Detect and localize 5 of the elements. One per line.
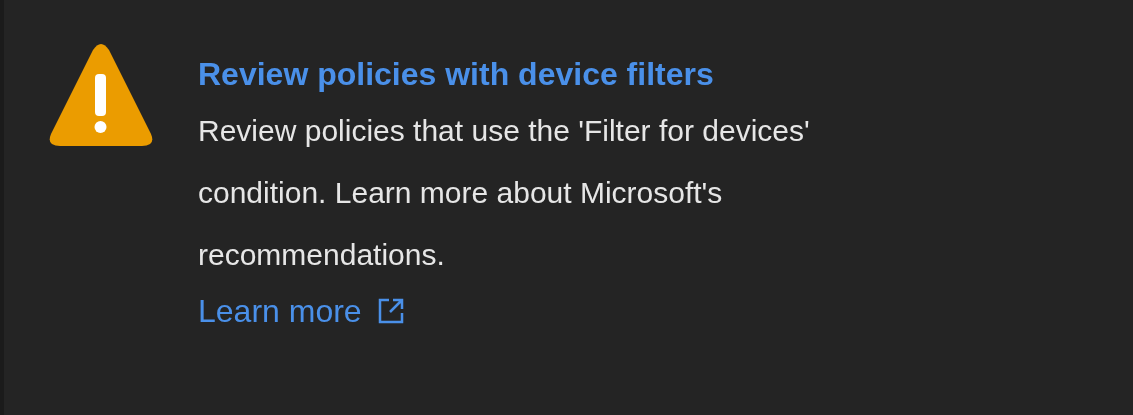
alert-title: Review policies with device filters [198,55,715,94]
alert-description: Review policies that use the 'Filter for devices' condition. Learn more about Microsoft's recommendations. [198,113,811,273]
warning-icon [48,44,154,148]
external-link-icon [377,298,404,324]
learn-more-link[interactable]: Learn more [198,286,404,336]
